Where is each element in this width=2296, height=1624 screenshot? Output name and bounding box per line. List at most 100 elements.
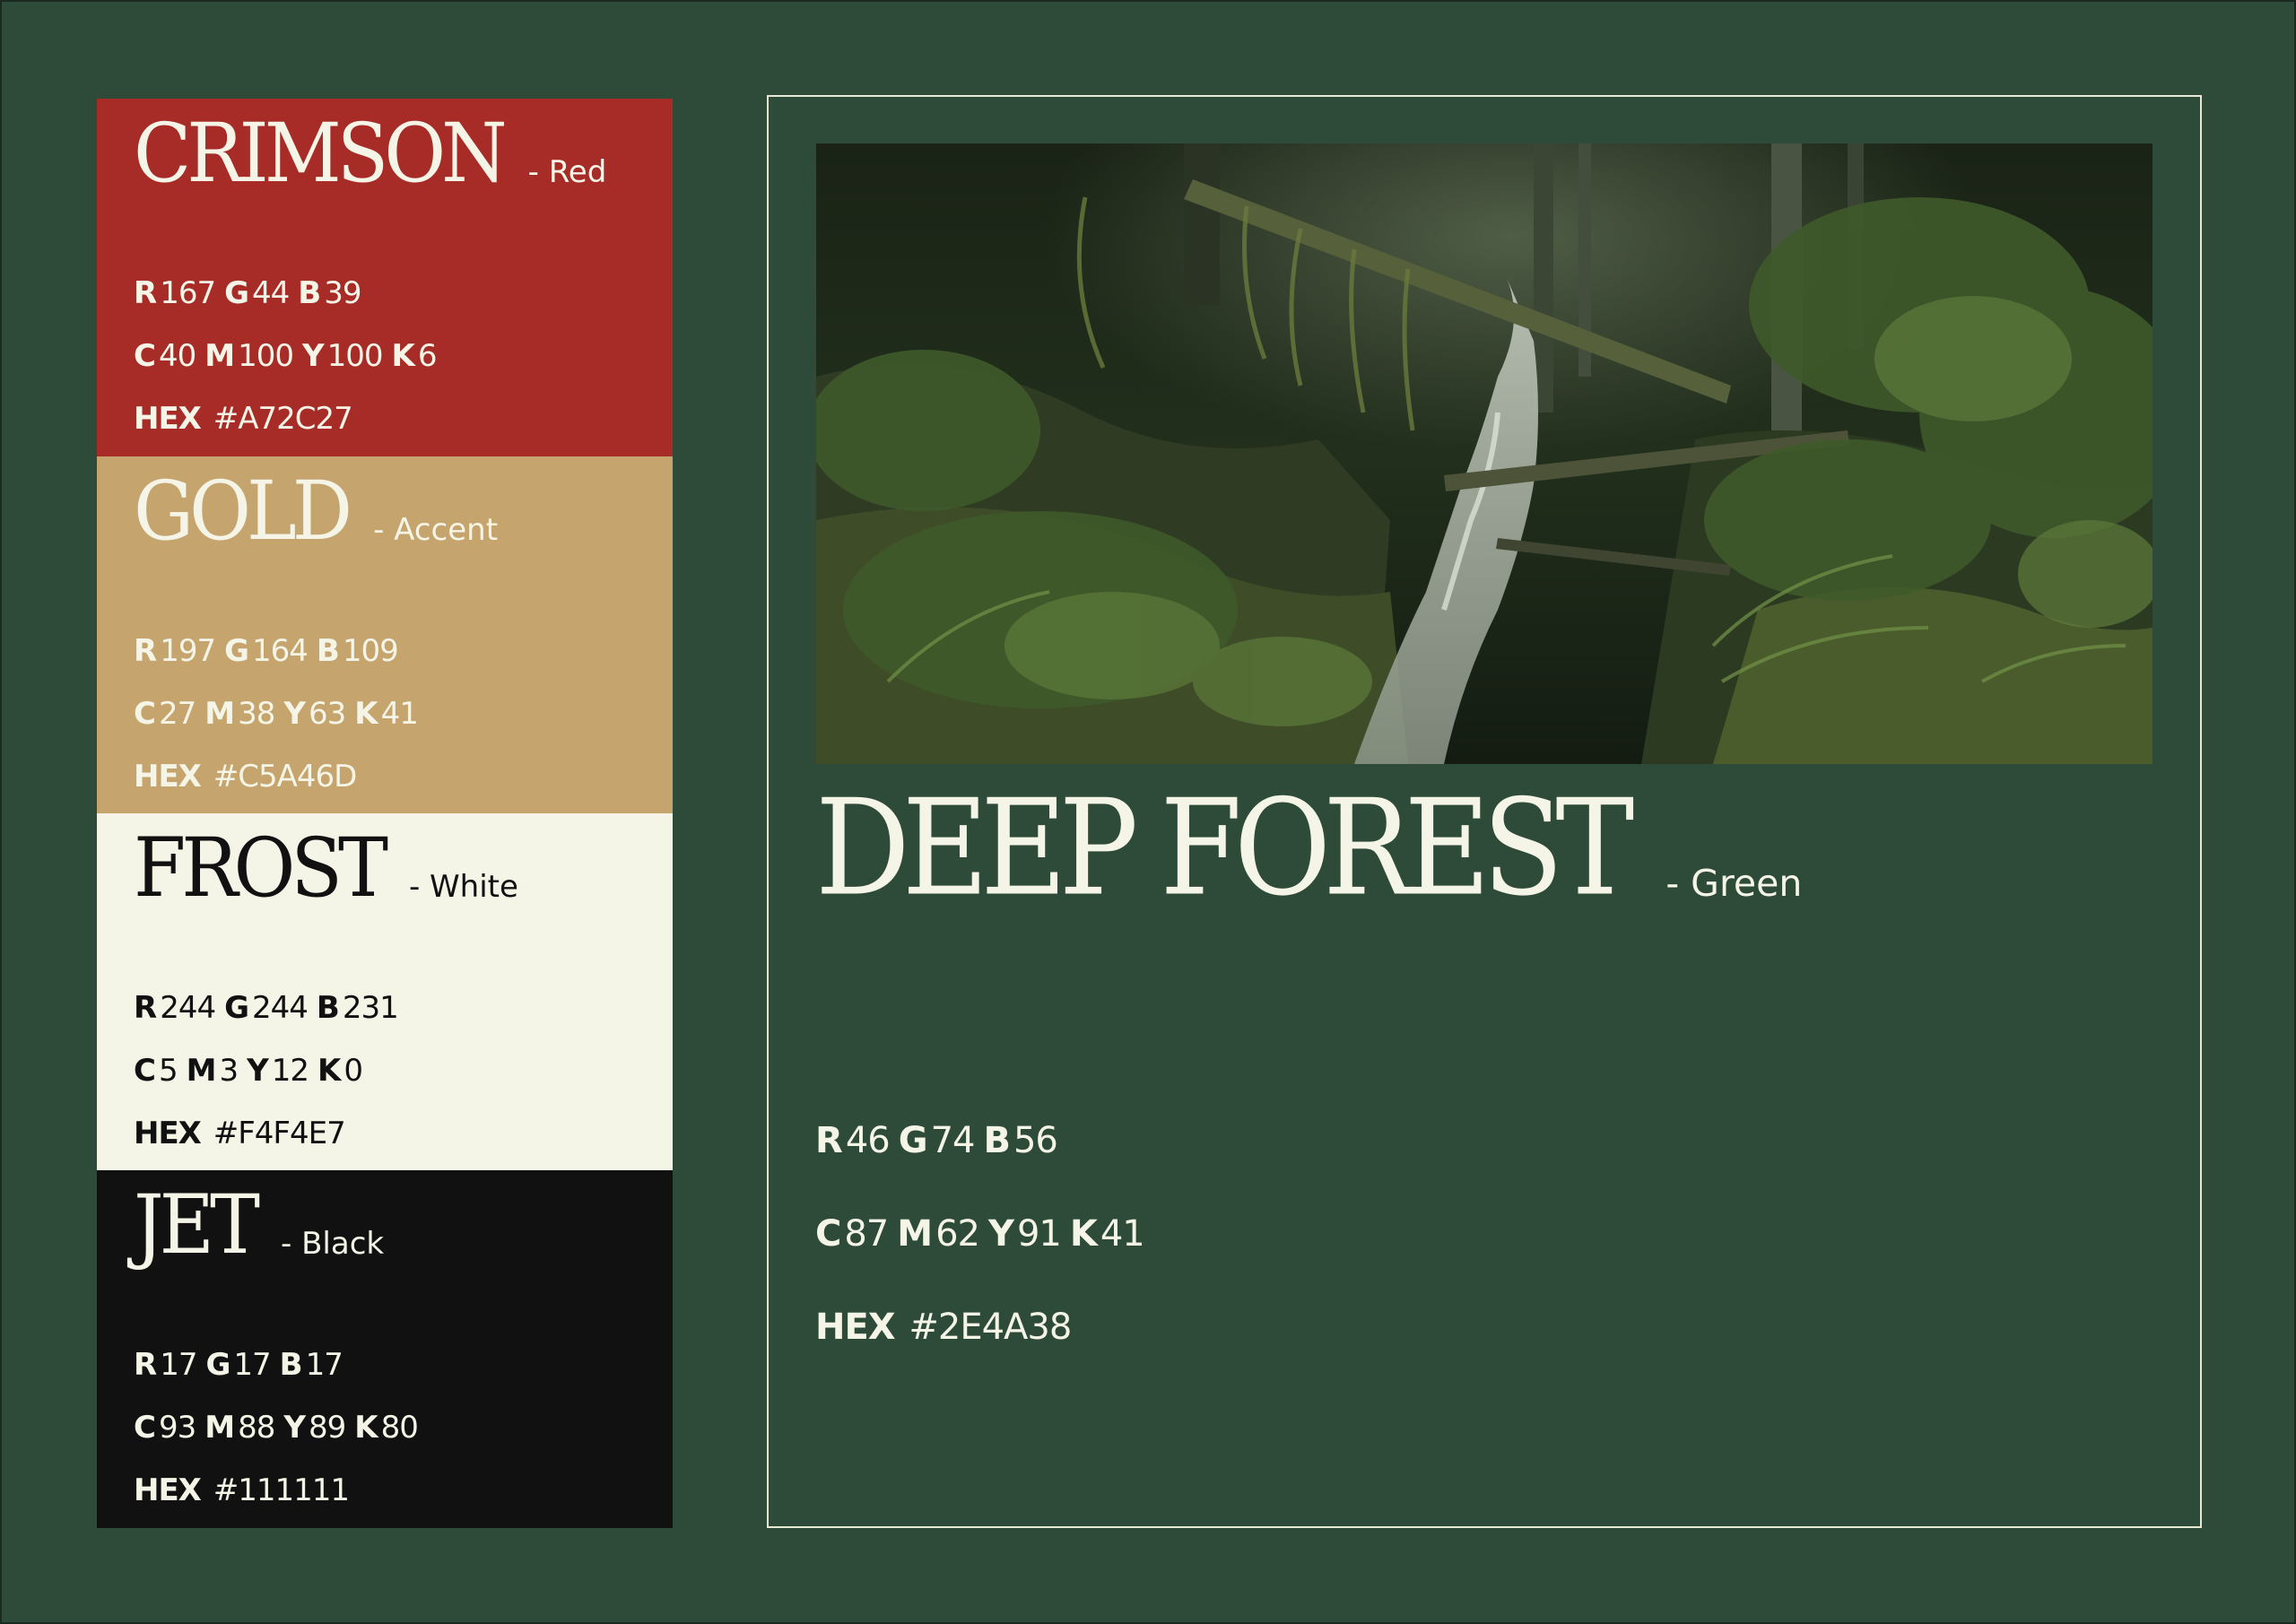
r-label: R (134, 633, 157, 669)
k-label: K (391, 338, 415, 374)
swatch-name: CRIMSON (134, 105, 508, 201)
swatch-name: FROST (134, 820, 388, 916)
c-value: 27 (158, 696, 196, 732)
r-value: 46 (845, 1120, 891, 1161)
k-label: K (354, 696, 378, 732)
c-value: 40 (158, 338, 196, 374)
y-label: Y (247, 1053, 269, 1089)
hex-value: #F4F4E7 (213, 1116, 346, 1151)
b-label: B (316, 633, 340, 669)
swatch-name: GOLD (134, 463, 352, 559)
cmyk-line: C 87 M 62 Y 91 K 41 (815, 1187, 1153, 1281)
hex-line: HEX #C5A46D (134, 745, 427, 808)
hex-line: HEX #F4F4E7 (134, 1102, 407, 1165)
rgb-line: R 244 G 244 B 231 (134, 977, 407, 1039)
rgb-line: R 197 G 164 B 109 (134, 620, 427, 682)
hex-value: #C5A46D (213, 759, 358, 795)
rgb-line: R 46 G 74 B 56 (815, 1094, 1153, 1187)
r-label: R (134, 1347, 157, 1383)
cmyk-line: C 93 M 88 Y 89 K 80 (134, 1396, 427, 1459)
rgb-line: R 167 G 44 B 39 (134, 262, 446, 325)
swatch-specs: R 17 G 17 B 17 C 93 M 88 Y 89 K 80 HEX #111111 (134, 1333, 427, 1522)
b-value: 39 (324, 275, 361, 311)
feature-name: DEEP FOREST (815, 770, 1634, 926)
hex-label: HEX (815, 1307, 896, 1348)
k-label: K (1069, 1213, 1098, 1255)
r-value: 244 (160, 990, 216, 1026)
hex-label: HEX (134, 1472, 202, 1508)
r-label: R (134, 275, 157, 311)
m-label: M (204, 696, 235, 732)
g-label: G (224, 633, 249, 669)
rgb-line: R 17 G 17 B 17 (134, 1333, 427, 1396)
b-value: 56 (1013, 1120, 1058, 1161)
b-label: B (983, 1120, 1010, 1161)
hex-label: HEX (134, 1116, 202, 1151)
m-value: 3 (219, 1053, 239, 1089)
c-label: C (134, 1410, 156, 1446)
r-value: 167 (160, 275, 216, 311)
y-label: Y (283, 1410, 306, 1446)
cmyk-line: C 27 M 38 Y 63 K 41 (134, 682, 427, 745)
hex-line: HEX #111111 (134, 1459, 427, 1522)
g-value: 244 (252, 990, 309, 1026)
y-value: 91 (1016, 1213, 1062, 1255)
swatch-role: - Black (281, 1226, 385, 1262)
r-label: R (134, 990, 157, 1026)
hex-label: HEX (134, 759, 202, 795)
c-label: C (134, 696, 156, 732)
hex-value: #A72C27 (213, 401, 353, 437)
b-label: B (279, 1347, 303, 1383)
photo-illustration (816, 143, 2152, 764)
g-label: G (205, 1347, 230, 1383)
y-label: Y (283, 696, 306, 732)
k-label: K (354, 1410, 378, 1446)
g-label: G (224, 990, 249, 1026)
m-value: 38 (238, 696, 275, 732)
r-label: R (815, 1120, 843, 1161)
swatch-title-row: GOLD - Accent (134, 470, 499, 551)
swatch-name: JET (134, 1177, 260, 1272)
swatch-title-row: CRIMSON - Red (134, 112, 607, 194)
y-label: Y (987, 1213, 1014, 1255)
forest-waterfall-photo (816, 143, 2152, 764)
c-label: C (815, 1213, 841, 1255)
c-value: 93 (158, 1410, 196, 1446)
y-value: 100 (326, 338, 384, 374)
m-value: 100 (238, 338, 294, 374)
m-value: 62 (935, 1213, 980, 1255)
b-label: B (298, 275, 321, 311)
m-label: M (186, 1053, 217, 1089)
k-value: 0 (344, 1053, 363, 1089)
r-value: 197 (160, 633, 216, 669)
r-value: 17 (160, 1347, 197, 1383)
g-value: 164 (252, 633, 309, 669)
c-value: 87 (844, 1213, 889, 1255)
g-value: 17 (233, 1347, 271, 1383)
swatch-crimson: CRIMSON - Red R 167 G 44 B 39 C 40 M 100 Y 100 K 6 HE… (97, 99, 673, 456)
swatch-specs: R 197 G 164 B 109 C 27 M 38 Y 63 K 41 HEX #C5A46D (134, 620, 427, 808)
b-value: 109 (342, 633, 399, 669)
y-value: 63 (308, 696, 346, 732)
hex-value: #111111 (213, 1472, 350, 1508)
g-value: 44 (252, 275, 290, 311)
swatch-role: - Red (527, 154, 607, 190)
m-value: 88 (238, 1410, 275, 1446)
swatch-title-row: JET - Black (134, 1184, 385, 1265)
b-value: 231 (342, 990, 399, 1026)
m-label: M (204, 1410, 235, 1446)
hex-line: HEX #2E4A38 (815, 1281, 1153, 1374)
k-value: 80 (380, 1410, 419, 1446)
swatch-jet: JET - Black R 17 G 17 B 17 C 93 M 88 Y 89 K 80 HEX #1… (97, 1170, 673, 1528)
swatch-frost: FROST - White R 244 G 244 B 231 C 5 M 3 Y 12 K 0 HEX … (97, 813, 673, 1171)
k-value: 41 (1100, 1213, 1145, 1255)
k-value: 41 (380, 696, 419, 732)
swatch-role: - Accent (373, 512, 499, 548)
b-label: B (316, 990, 340, 1026)
swatch-role: - White (408, 869, 518, 905)
swatch-specs: R 244 G 244 B 231 C 5 M 3 Y 12 K 0 HEX #F4F4E7 (134, 977, 407, 1165)
feature-role: - Green (1665, 862, 1803, 905)
g-value: 74 (930, 1120, 976, 1161)
feature-panel: DEEP FOREST - Green R 46 G 74 B 56 C 87 M 62 Y 91 K 4… (767, 95, 2202, 1528)
hex-line: HEX #A72C27 (134, 387, 446, 450)
